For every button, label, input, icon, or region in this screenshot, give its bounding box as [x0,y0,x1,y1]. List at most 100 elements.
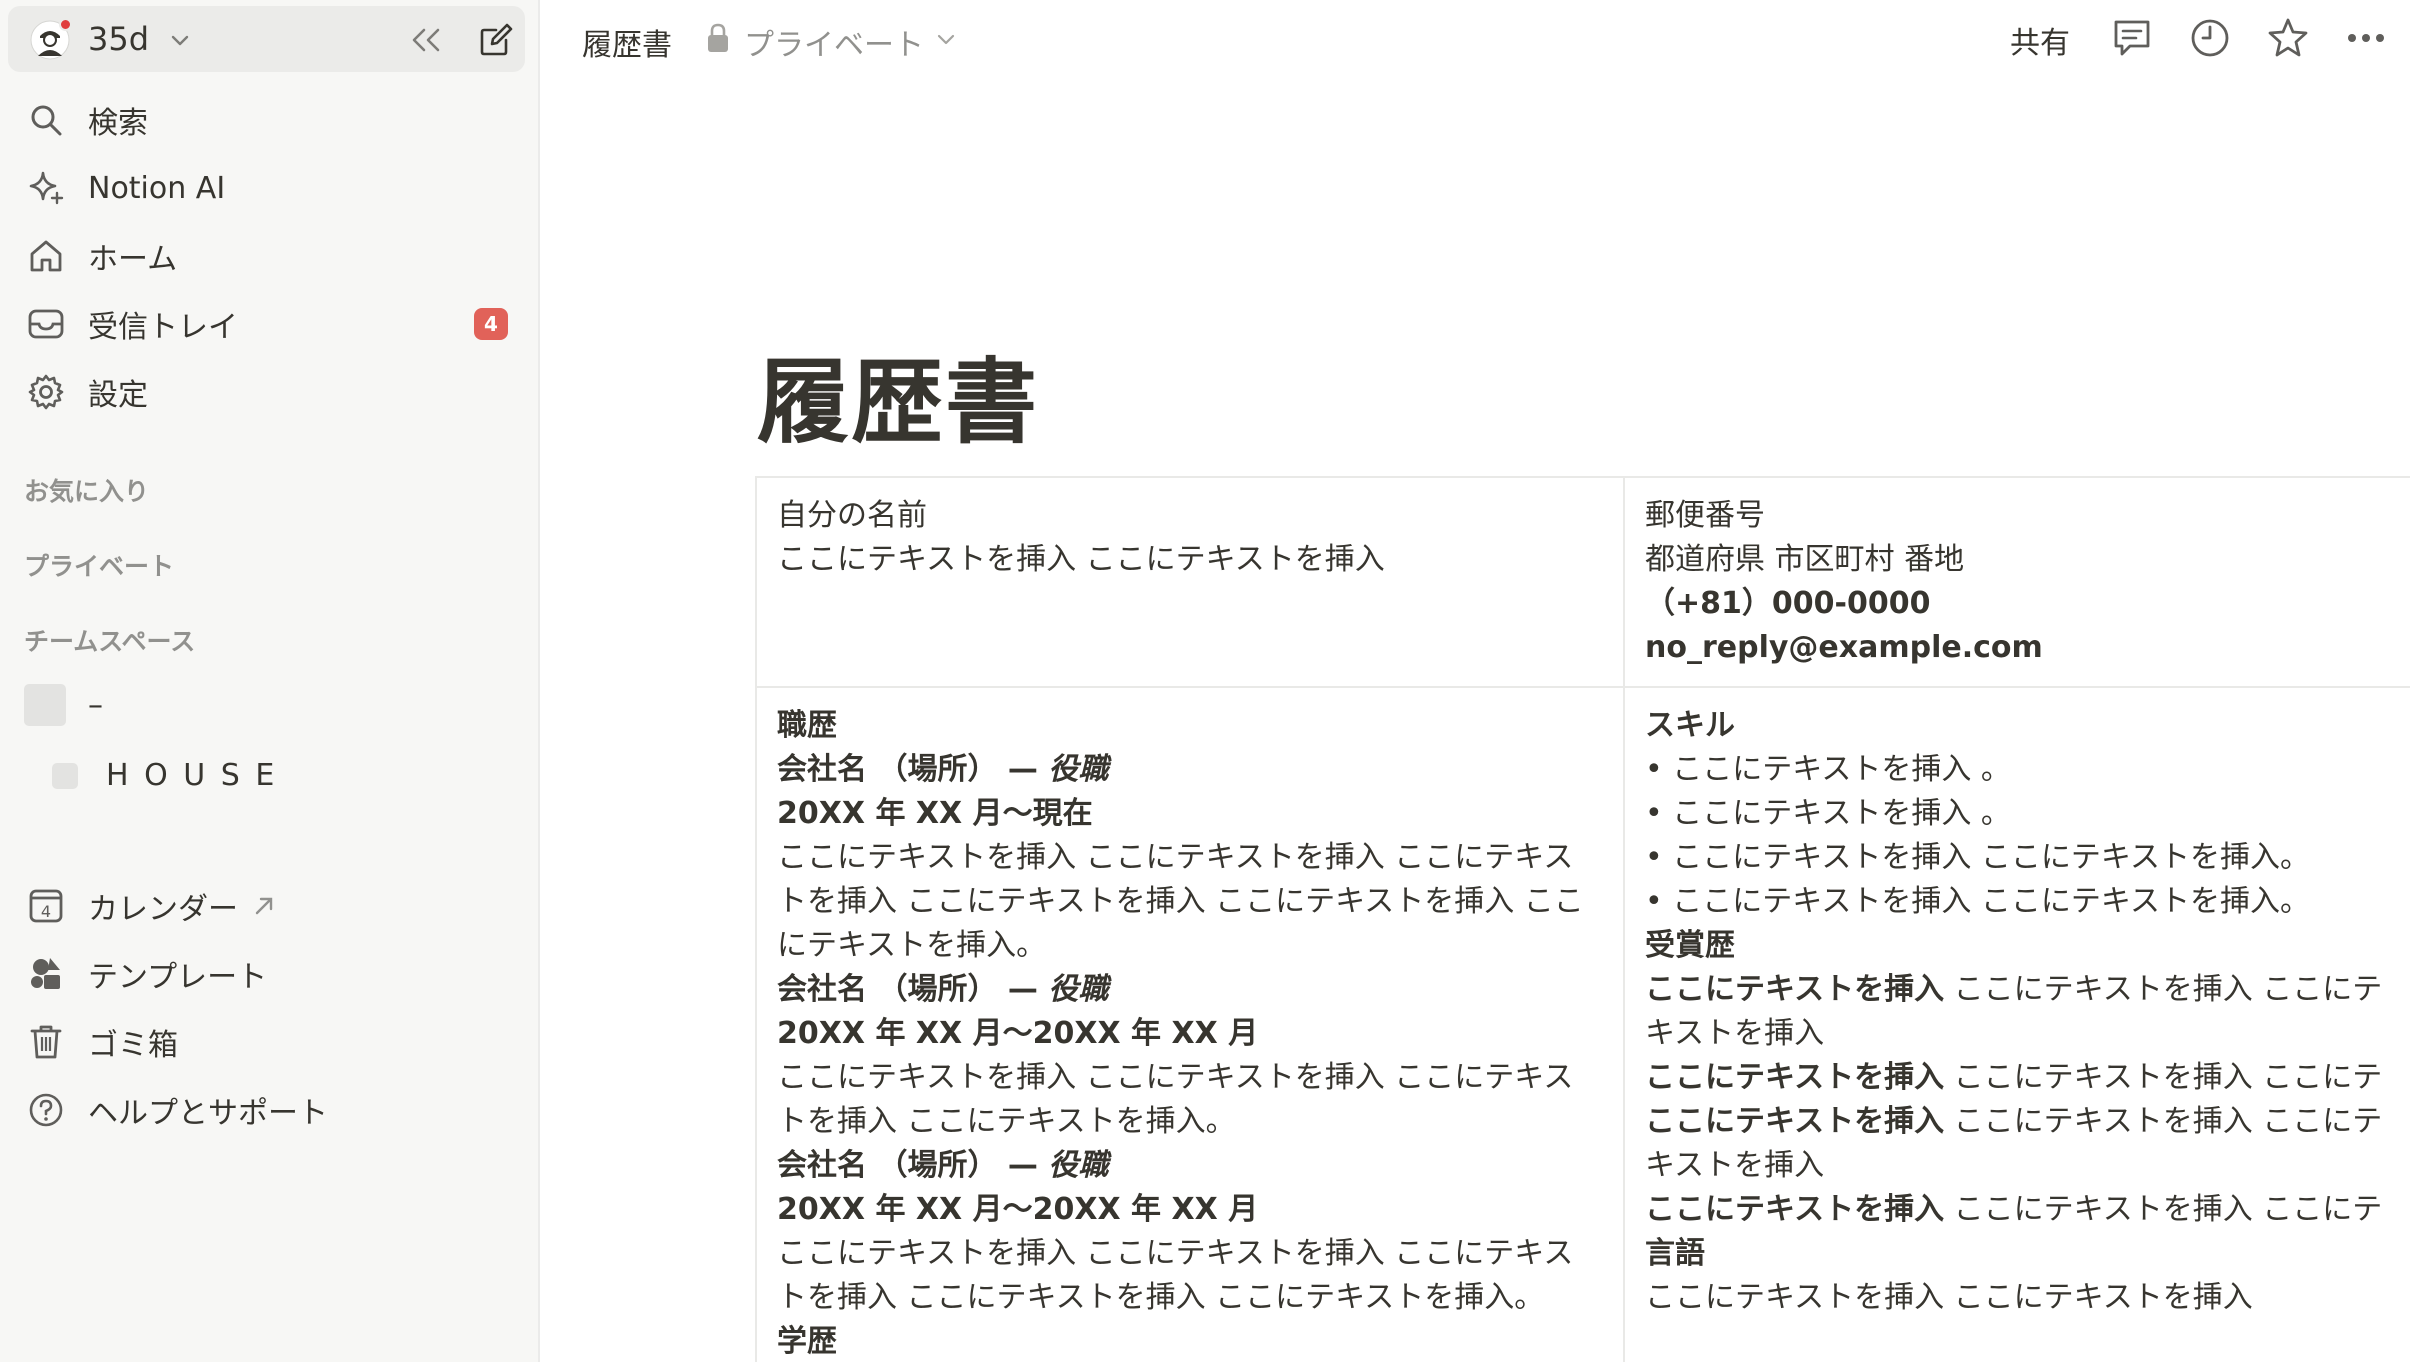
external-link-arrow-icon [255,897,273,915]
postal-code-label: 郵便番号 [1645,498,1765,533]
sidebar-item-home[interactable]: ホーム [24,228,514,284]
language-heading: 言語 [1645,1236,1705,1271]
collapse-sidebar-icon[interactable] [408,24,444,56]
award-line: ここにテキストを挿入 ここにテキストを挿入 ここにテ [1645,1104,2383,1139]
language-text: ここにテキストを挿入 ここにテキストを挿入 [1645,1280,2253,1315]
workspace-avatar [30,18,72,60]
unread-count-badge: 4 [474,308,508,340]
education-heading: 学歴 [777,1324,837,1359]
job-description-line: トを挿入 ここにテキストを挿入 ここにテキストを挿入。 [777,1280,1545,1315]
skill-list-item: • ここにテキストを挿入 ここにテキストを挿入。 [1645,884,2310,919]
teamspace-item-dash[interactable]: – [24,684,103,726]
award-line: ここにテキストを挿入 ここにテキストを挿入 ここにテ [1645,972,2383,1007]
section-favorites[interactable]: お気に入り [24,472,149,508]
share-button[interactable]: 共有 [2010,18,2070,62]
resume-table: 自分の名前 ここにテキストを挿入 ここにテキストを挿入 郵便番号 都道府県 市区… [755,476,2410,1362]
sparkle-icon [24,166,68,210]
award-line: ここにテキストを挿入 ここにテキストを挿入 ここにテ [1645,1060,2383,1095]
name-value: ここにテキストを挿入 ここにテキストを挿入 [777,542,1385,577]
sidebar-item-trash[interactable]: ゴミ箱 [24,1014,514,1070]
sidebar-item-label: ヘルプとサポート [88,1096,328,1131]
privacy-label[interactable]: プライベート [744,20,924,64]
sidebar-item-label: Notion AI [88,170,226,206]
trash-icon [24,1020,68,1064]
search-icon [24,98,68,142]
table-cell-skills[interactable]: スキル • ここにテキストを挿入 。 • ここにテキストを挿入 。 • ここにテ… [1623,686,2410,1362]
new-page-icon[interactable] [478,22,514,58]
job-description-line: ここにテキストを挿入 ここにテキストを挿入 ここにテキス [777,1236,1574,1271]
job-description-line: にテキストを挿入。 [777,928,1047,963]
more-options-icon[interactable] [2344,16,2388,60]
work-history-heading: 職歴 [777,708,837,743]
job-description-line: トを挿入 ここにテキストを挿入。 [777,1104,1236,1139]
awards-heading: 受賞歴 [1645,928,1735,963]
page-icon [52,762,78,789]
sidebar-item-settings[interactable]: 設定 [24,364,514,420]
inbox-icon [24,302,68,346]
job-description-line: ここにテキストを挿入 ここにテキストを挿入 ここにテキス [777,840,1574,875]
job-description-line: ここにテキストを挿入 ここにテキストを挿入 ここにテキス [777,1060,1574,1095]
teamspace-label: – [88,687,103,723]
sidebar-item-notion-ai[interactable]: Notion AI [24,160,514,216]
workspace-switcher[interactable]: 35d [8,6,525,72]
page-label: H O U S E [106,758,278,793]
topbar: 履歴書 プライベート 共有 [540,0,2410,78]
sidebar-item-calendar[interactable]: 4 カレンダー [24,878,514,934]
table-cell-contact[interactable]: 郵便番号 都道府県 市区町村 番地 （+81）000-0000 no_reply… [1623,476,2410,688]
home-icon [24,234,68,278]
sidebar-item-label: 受信トレイ [88,310,238,345]
job-period: 20XX 年 XX 月〜現在 [777,796,1093,831]
phone-text: （+81）000-0000 [1645,586,1931,621]
sidebar-item-help[interactable]: ヘルプとサポート [24,1082,514,1138]
workspace-name: 35d [88,20,150,58]
award-line: キストを挿入 [1645,1148,1825,1183]
name-label: 自分の名前 [777,498,927,533]
email-text: no_reply@example.com [1645,630,2043,665]
skills-heading: スキル [1645,708,1735,743]
job-period: 20XX 年 XX 月〜20XX 年 XX 月 [777,1016,1259,1051]
address-text: 都道府県 市区町村 番地 [1645,542,1965,577]
help-icon [24,1088,68,1132]
page-title[interactable]: 履歴書 [757,328,1039,461]
job-period: 20XX 年 XX 月〜20XX 年 XX 月 [777,1192,1259,1227]
gear-icon [24,370,68,414]
comments-icon[interactable] [2110,16,2154,60]
sidebar-item-templates[interactable]: テンプレート [24,946,514,1002]
section-teamspace[interactable]: チームスペース [24,622,195,658]
favorite-star-icon[interactable] [2266,16,2310,60]
sidebar-item-label: ホーム [88,242,178,277]
sidebar-item-inbox[interactable]: 受信トレイ 4 [24,296,514,352]
table-row: 自分の名前 ここにテキストを挿入 ここにテキストを挿入 郵便番号 都道府県 市区… [755,476,2410,688]
section-private[interactable]: プライベート [24,547,174,583]
job-company-line: 会社名 （場所） — 役職 [777,972,1109,1007]
teamspace-icon [24,684,66,726]
job-company-line: 会社名 （場所） — 役職 [777,752,1109,787]
skill-list-item: • ここにテキストを挿入 。 [1645,796,2011,831]
svg-text:4: 4 [41,902,51,921]
table-cell-name[interactable]: 自分の名前 ここにテキストを挿入 ここにテキストを挿入 [755,476,1625,688]
page-item-house[interactable]: H O U S E [52,758,277,793]
job-description-line: トを挿入 ここにテキストを挿入 ここにテキストを挿入 ここ [777,884,1584,919]
skill-list-item: • ここにテキストを挿入 。 [1645,752,2011,787]
chevron-down-icon[interactable] [935,28,957,50]
sidebar-item-search[interactable]: 検索 [24,92,514,148]
notification-dot [59,18,72,31]
award-line: ここにテキストを挿入 ここにテキストを挿入 ここにテ [1645,1192,2383,1227]
table-cell-work-history[interactable]: 職歴 会社名 （場所） — 役職 20XX 年 XX 月〜現在 ここにテキストを… [755,686,1625,1362]
templates-icon [24,952,68,996]
history-clock-icon[interactable] [2188,16,2232,60]
sidebar-item-label: 検索 [88,106,148,141]
sidebar: 35d 検索 Notion AI ホーム 受信トレイ 4 設定 お気に入り プラ… [0,0,540,1362]
breadcrumb-page-title[interactable]: 履歴書 [582,20,672,64]
chevron-down-icon[interactable] [168,28,192,52]
table-row: 職歴 会社名 （場所） — 役職 20XX 年 XX 月〜現在 ここにテキストを… [755,686,2410,1362]
sidebar-item-label: ゴミ箱 [88,1028,178,1063]
sidebar-item-label: テンプレート [88,960,268,995]
skill-list-item: • ここにテキストを挿入 ここにテキストを挿入。 [1645,840,2310,875]
sidebar-item-label: 設定 [88,378,148,413]
job-company-line: 会社名 （場所） — 役職 [777,1148,1109,1183]
lock-icon [708,23,728,52]
calendar-icon: 4 [24,884,68,928]
sidebar-item-label: カレンダー [88,892,238,927]
award-line: キストを挿入 [1645,1016,1825,1051]
